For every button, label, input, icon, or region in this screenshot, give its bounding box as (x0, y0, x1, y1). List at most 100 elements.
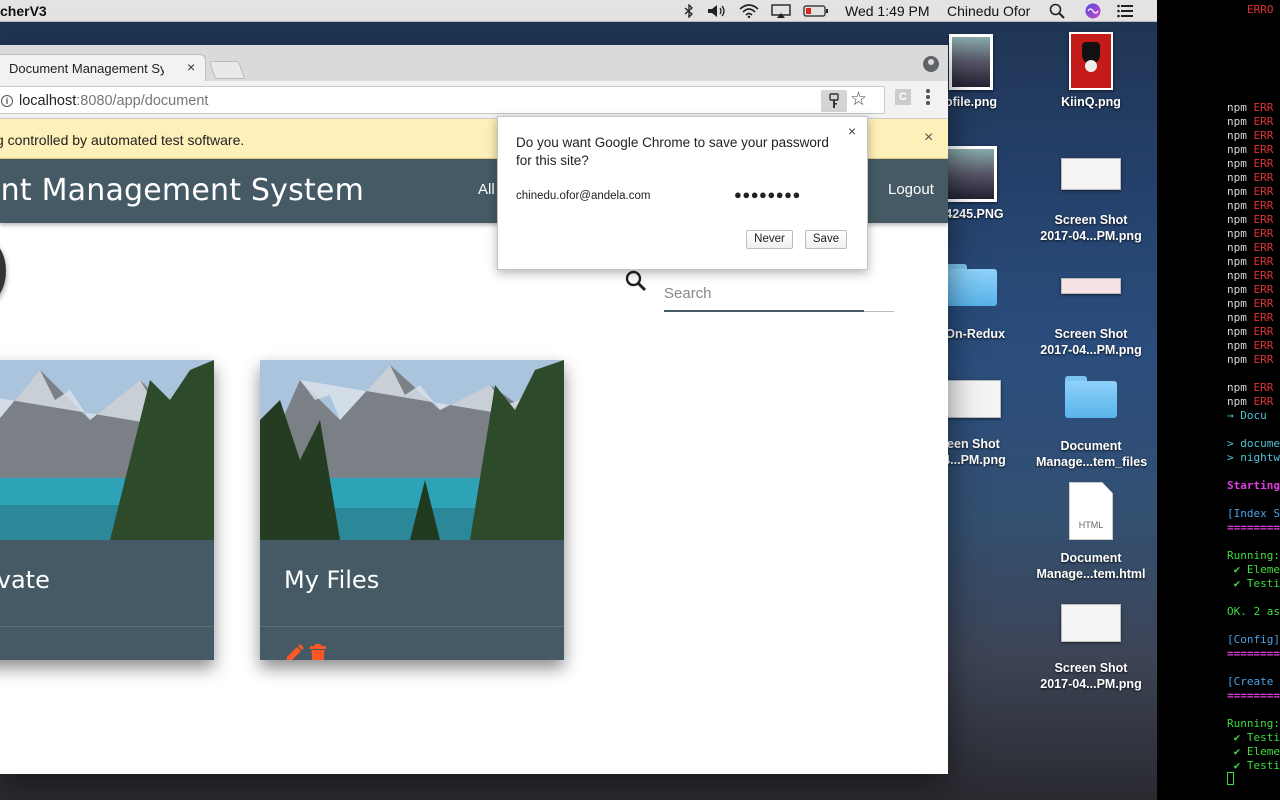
terminal-line: ✔ Eleme (1227, 745, 1280, 758)
terminal-line: > nightw (1227, 451, 1280, 464)
terminal-line: npm ERR (1227, 339, 1274, 352)
terminal-line: npm ERR (1227, 297, 1274, 310)
delete-trash-icon[interactable] (310, 644, 326, 660)
save-password-dialog: × Do you want Google Chrome to save your… (497, 116, 868, 270)
airplay-icon[interactable] (770, 2, 792, 20)
terminal-line: npm ERR (1227, 101, 1274, 114)
close-icon[interactable]: × (848, 123, 856, 139)
menu-user[interactable]: Chinedu Ofor (947, 3, 1030, 19)
nav-all-link[interactable]: All (478, 181, 495, 198)
tab-title: Document Management System (9, 61, 164, 76)
chrome-menu-icon[interactable] (926, 89, 930, 107)
terminal-line: [Index S (1227, 507, 1280, 520)
never-button[interactable]: Never (746, 230, 793, 249)
terminal-window[interactable]: ERRO anpm ERRnpm ERRnpm ERRnpm ERRnpm ER… (1157, 0, 1280, 800)
terminal-line: ✔ Testi (1227, 759, 1280, 772)
tab-document-management[interactable]: Document Management System × (0, 54, 206, 81)
card-title: My Files (284, 566, 380, 594)
infobar-close-icon[interactable]: × (924, 129, 933, 147)
terminal-cursor (1227, 772, 1234, 785)
desktop-icon-kiinq-png[interactable]: KiinQ.png (1036, 32, 1146, 110)
edit-pencil-icon[interactable] (284, 644, 304, 660)
screenshot-thumbnail-icon (1061, 158, 1121, 190)
tab-strip: Document Management System × (0, 45, 948, 81)
menu-bar: cherV3 Wed 1:49 PM Chinedu Ofor (0, 0, 1157, 22)
saved-username[interactable]: chinedu.ofor@andela.com (516, 190, 650, 202)
terminal-line: ERRO (1247, 3, 1274, 16)
battery-icon[interactable] (803, 2, 829, 20)
extension-icon[interactable]: C (895, 89, 911, 105)
tab-close-icon[interactable]: × (187, 59, 195, 75)
search-icon (624, 269, 648, 293)
key-icon[interactable] (821, 90, 847, 112)
screenshot-thumbnail-icon (941, 380, 1001, 418)
terminal-line: Starting (1227, 479, 1280, 492)
app-title: ent Management System (0, 173, 364, 208)
logout-button[interactable]: Logout (888, 181, 934, 198)
document-card-private[interactable]: or Private (0, 360, 214, 660)
desktop-icon-dms-files-folder[interactable]: Document Manage...tem_files (1036, 376, 1148, 470)
search-input[interactable] (664, 276, 894, 312)
terminal-line: npm ERR (1227, 325, 1274, 338)
terminal-line: npm ERR (1227, 157, 1274, 170)
browser-window: Document Management System × i localhost… (0, 45, 948, 774)
url-host: localhost (19, 93, 77, 109)
terminal-line: ✔ Eleme (1227, 563, 1280, 576)
wifi-icon[interactable] (738, 2, 760, 20)
profile-icon[interactable] (923, 56, 939, 72)
card-divider (260, 626, 564, 627)
volume-icon[interactable] (706, 2, 728, 20)
desktop-icon-label: Screen Shot 2017-04...PM.png (1040, 213, 1142, 243)
app-name[interactable]: cherV3 (0, 3, 47, 19)
terminal-line: a (1267, 31, 1280, 44)
terminal-line: npm ERR (1227, 213, 1274, 226)
info-icon[interactable]: i (1, 95, 13, 107)
search-underline (664, 310, 864, 312)
floating-action-button[interactable] (0, 241, 6, 301)
bluetooth-icon[interactable] (682, 2, 696, 20)
terminal-line: OK. 2 as (1227, 605, 1280, 618)
terminal-line: ======== (1227, 647, 1280, 660)
folder-icon (945, 264, 997, 306)
desktop-icon-label: KiinQ.png (1061, 95, 1121, 109)
url-text[interactable]: localhost:8080/app/document (19, 93, 208, 109)
desktop-icon-screenshot-2[interactable]: Screen Shot 2017-04...PM.png (1036, 278, 1146, 358)
desktop-icon-screenshot-1[interactable]: Screen Shot 2017-04...PM.png (1036, 158, 1146, 244)
desktop-icon-label: Document Manage...tem_files (1036, 439, 1148, 469)
bookmark-star-icon[interactable]: ☆ (850, 88, 867, 111)
address-bar[interactable]: i localhost:8080/app/document ☆ (0, 86, 885, 114)
new-tab-button[interactable] (208, 61, 246, 79)
desktop-icon-dms-html[interactable]: HTML Document Manage...tem.html (1036, 482, 1146, 582)
card-divider (0, 626, 214, 627)
desktop-icon-label: Screen Shot 2017-04...PM.png (1040, 661, 1142, 691)
terminal-line: [Create (1227, 675, 1280, 688)
saved-password-mask[interactable]: ●●●●●●●● (734, 187, 801, 202)
terminal-line: ======== (1227, 689, 1280, 702)
terminal-line: ======== (1227, 521, 1280, 534)
terminal-line: ✔ Testi (1227, 731, 1280, 744)
folder-icon (1065, 376, 1117, 418)
spotlight-search-icon[interactable] (1048, 2, 1066, 20)
terminal-line: npm ERR (1227, 311, 1274, 324)
card-image (260, 360, 564, 540)
photo-thumbnail-icon (1069, 32, 1113, 90)
card-image (0, 360, 214, 540)
save-button[interactable]: Save (805, 230, 847, 249)
terminal-line: ✔ Testi (1227, 577, 1280, 590)
photo-thumbnail-icon (949, 34, 993, 90)
terminal-line: Running: (1227, 717, 1280, 730)
terminal-line: Running: (1227, 549, 1280, 562)
terminal-line: npm ERR (1227, 171, 1274, 184)
menu-clock[interactable]: Wed 1:49 PM (845, 3, 930, 19)
terminal-line: npm ERR (1227, 353, 1274, 366)
terminal-line: [Config] (1227, 633, 1280, 646)
terminal-line: npm ERR (1227, 241, 1274, 254)
terminal-line: npm ERR (1227, 255, 1274, 268)
document-card-my-files[interactable]: My Files (260, 360, 564, 660)
notification-center-icon[interactable] (1116, 2, 1134, 20)
terminal-line: > docume (1227, 437, 1280, 450)
siri-icon[interactable] (1084, 2, 1102, 20)
terminal-line: npm ERR (1227, 199, 1274, 212)
desktop-icon-screenshot-4[interactable]: Screen Shot 2017-04...PM.png (1036, 604, 1146, 692)
terminal-line: npm ERR (1227, 143, 1274, 156)
